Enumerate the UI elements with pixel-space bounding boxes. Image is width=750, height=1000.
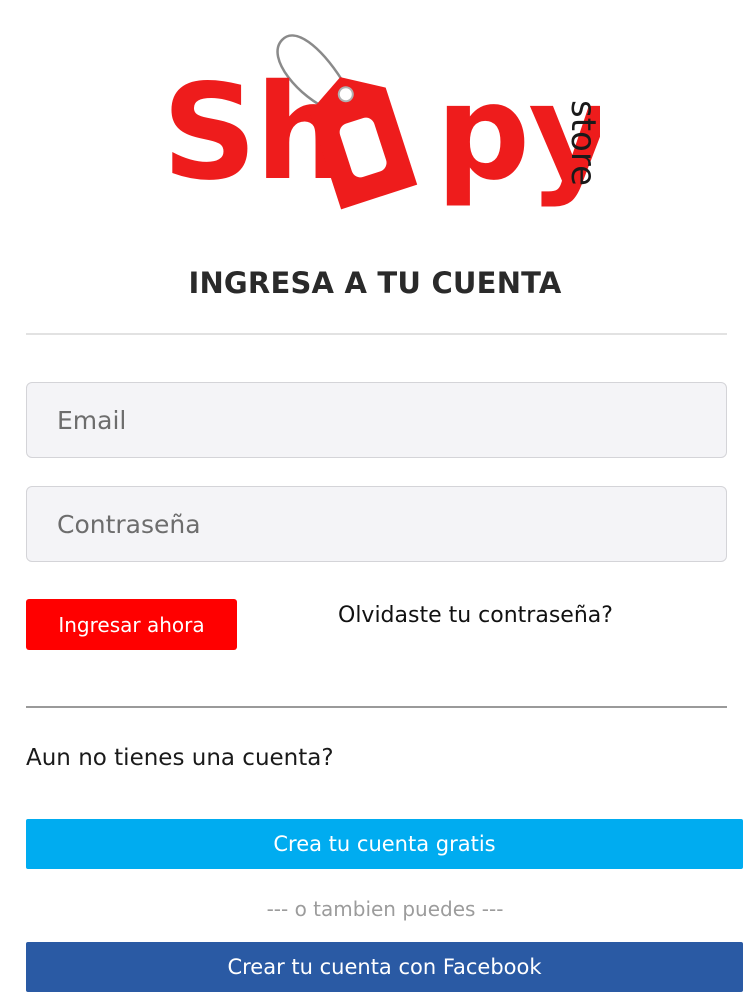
alternative-separator-text: --- o tambien puedes --- [266,897,504,921]
shopy-store-logo: Shopy store [162,34,600,210]
divider [26,333,727,335]
forgot-password-link[interactable]: Olvidaste tu contraseña? [338,603,613,628]
divider [26,706,727,708]
no-account-text: Aun no tienes una cuenta? [26,745,334,771]
facebook-signup-button[interactable]: Crear tu cuenta con Facebook [26,942,743,992]
email-field[interactable] [26,382,727,458]
page-title: INGRESA A TU CUENTA [188,266,562,300]
create-account-button[interactable]: Crea tu cuenta gratis [26,819,743,869]
password-field[interactable] [26,486,727,562]
svg-text:store: store [563,100,600,186]
login-button[interactable]: Ingresar ahora [26,599,237,650]
